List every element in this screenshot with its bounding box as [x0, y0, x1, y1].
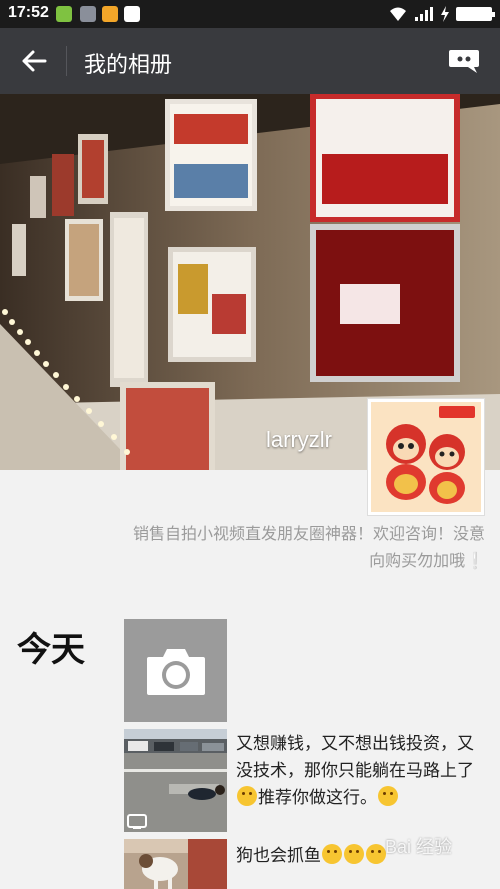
notification-app-icon [102, 6, 118, 22]
notification-app-icon [56, 6, 72, 22]
avatar-image [371, 402, 481, 512]
post-text-tail: 推荐你做这行。 [258, 788, 377, 808]
post-text[interactable]: 又想赚钱，又不想出钱投资，又没技术，那你只能躺在马路上了推荐你做这行。 [236, 731, 476, 812]
page-title: 我的相册 [84, 53, 173, 78]
message-button[interactable] [446, 46, 482, 76]
camera-icon [146, 648, 205, 695]
add-photo-button[interactable] [124, 619, 227, 722]
notification-app-icon [80, 6, 96, 22]
avatar[interactable] [367, 398, 485, 516]
monkey-mascot-icon [371, 402, 481, 512]
message-icon [449, 50, 479, 73]
app-bar-divider [66, 46, 67, 76]
back-button[interactable] [14, 45, 54, 77]
post-thumbnail[interactable] [124, 729, 227, 832]
battery-icon [456, 7, 495, 21]
profile-username: larryzlr [266, 427, 332, 452]
post-text-body: 狗也会抓鱼 [236, 846, 321, 866]
status-bar: 17:52 [0, 0, 500, 28]
signal-icon [415, 7, 433, 21]
post-thumbnail[interactable] [124, 839, 227, 889]
app-bar: 我的相册 [0, 28, 500, 94]
qq-icon [124, 6, 140, 22]
back-arrow-icon [22, 50, 47, 72]
profile-signature: 销售自拍小视频直发朋友圈神器！欢迎咨询！没意向购买勿加哦❕ [132, 524, 485, 570]
battery-level [458, 9, 490, 19]
day-label: 今天 [17, 630, 85, 670]
emoji-icon [366, 844, 386, 864]
post-text-body: 又想赚钱，又不想出钱投资，又没技术，那你只能躺在马路上了 [236, 734, 474, 781]
emoji-icon [344, 844, 364, 864]
wifi-icon [390, 7, 406, 21]
emoji-icon [322, 844, 342, 864]
watermark: Bai 经验 [385, 837, 453, 857]
post-dog-thumbnail [124, 839, 227, 889]
emoji-icon [237, 786, 257, 806]
status-time: 17:52 [8, 4, 49, 21]
charging-icon [441, 6, 449, 22]
emoji-icon [378, 786, 398, 806]
post-video-thumbnail [124, 729, 227, 832]
